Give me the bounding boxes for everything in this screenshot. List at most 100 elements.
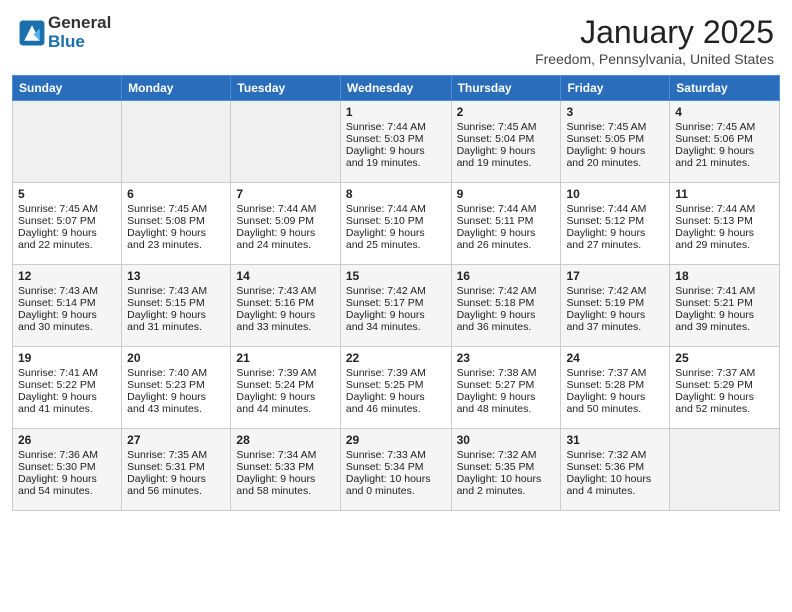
day-number: 4 <box>675 105 774 119</box>
day-info-line: Daylight: 9 hours <box>566 309 664 321</box>
location: Freedom, Pennsylvania, United States <box>535 51 774 67</box>
day-number: 7 <box>236 187 334 201</box>
day-info-line: and 19 minutes. <box>346 157 446 169</box>
week-row-4: 19Sunrise: 7:41 AMSunset: 5:22 PMDayligh… <box>13 347 780 429</box>
day-info-line: Sunrise: 7:43 AM <box>127 285 225 297</box>
day-info-line: and 33 minutes. <box>236 321 334 333</box>
day-info-line: Sunrise: 7:41 AM <box>675 285 774 297</box>
day-info-line: Sunset: 5:08 PM <box>127 215 225 227</box>
day-info-line: and 43 minutes. <box>127 403 225 415</box>
calendar-cell: 23Sunrise: 7:38 AMSunset: 5:27 PMDayligh… <box>451 347 561 429</box>
day-info-line: Sunrise: 7:44 AM <box>236 203 334 215</box>
week-row-2: 5Sunrise: 7:45 AMSunset: 5:07 PMDaylight… <box>13 183 780 265</box>
day-info-line: Sunrise: 7:44 AM <box>566 203 664 215</box>
day-info-line: Sunrise: 7:37 AM <box>566 367 664 379</box>
logo-blue-text: Blue <box>48 33 111 52</box>
header-day-wednesday: Wednesday <box>340 76 451 101</box>
day-info-line: and 29 minutes. <box>675 239 774 251</box>
day-info-line: Sunrise: 7:38 AM <box>457 367 556 379</box>
day-info-line: Sunset: 5:17 PM <box>346 297 446 309</box>
day-info-line: Daylight: 9 hours <box>566 145 664 157</box>
day-info-line: and 50 minutes. <box>566 403 664 415</box>
day-info-line: Daylight: 9 hours <box>127 473 225 485</box>
day-info-line: and 39 minutes. <box>675 321 774 333</box>
calendar-cell: 25Sunrise: 7:37 AMSunset: 5:29 PMDayligh… <box>670 347 780 429</box>
day-info-line: and 37 minutes. <box>566 321 664 333</box>
day-info-line: and 20 minutes. <box>566 157 664 169</box>
calendar-cell: 18Sunrise: 7:41 AMSunset: 5:21 PMDayligh… <box>670 265 780 347</box>
day-info-line: Sunrise: 7:45 AM <box>127 203 225 215</box>
day-info-line: Sunrise: 7:42 AM <box>346 285 446 297</box>
calendar-cell: 4Sunrise: 7:45 AMSunset: 5:06 PMDaylight… <box>670 101 780 183</box>
day-info-line: Sunset: 5:13 PM <box>675 215 774 227</box>
day-info-line: Sunset: 5:24 PM <box>236 379 334 391</box>
day-info-line: and 0 minutes. <box>346 485 446 497</box>
day-info-line: Sunset: 5:04 PM <box>457 133 556 145</box>
header-day-monday: Monday <box>122 76 231 101</box>
header-day-thursday: Thursday <box>451 76 561 101</box>
day-info-line: and 30 minutes. <box>18 321 116 333</box>
day-number: 20 <box>127 351 225 365</box>
day-info-line: Sunset: 5:36 PM <box>566 461 664 473</box>
calendar-cell: 8Sunrise: 7:44 AMSunset: 5:10 PMDaylight… <box>340 183 451 265</box>
calendar-cell <box>13 101 122 183</box>
day-number: 28 <box>236 433 334 447</box>
calendar-cell: 21Sunrise: 7:39 AMSunset: 5:24 PMDayligh… <box>231 347 340 429</box>
calendar-cell: 14Sunrise: 7:43 AMSunset: 5:16 PMDayligh… <box>231 265 340 347</box>
day-info-line: Sunrise: 7:44 AM <box>457 203 556 215</box>
day-info-line: Daylight: 9 hours <box>236 473 334 485</box>
day-info-line: and 24 minutes. <box>236 239 334 251</box>
day-info-line: Sunset: 5:06 PM <box>675 133 774 145</box>
day-info-line: Sunset: 5:14 PM <box>18 297 116 309</box>
day-info-line: Sunrise: 7:32 AM <box>566 449 664 461</box>
header-day-saturday: Saturday <box>670 76 780 101</box>
day-info-line: Sunrise: 7:44 AM <box>346 121 446 133</box>
day-info-line: Sunset: 5:28 PM <box>566 379 664 391</box>
day-info-line: and 31 minutes. <box>127 321 225 333</box>
calendar-cell: 30Sunrise: 7:32 AMSunset: 5:35 PMDayligh… <box>451 429 561 511</box>
calendar-cell: 11Sunrise: 7:44 AMSunset: 5:13 PMDayligh… <box>670 183 780 265</box>
page: General Blue January 2025 Freedom, Penns… <box>0 0 792 612</box>
day-info-line: Sunset: 5:03 PM <box>346 133 446 145</box>
day-info-line: and 2 minutes. <box>457 485 556 497</box>
day-info-line: and 46 minutes. <box>346 403 446 415</box>
logo: General Blue <box>18 14 111 51</box>
calendar-cell: 22Sunrise: 7:39 AMSunset: 5:25 PMDayligh… <box>340 347 451 429</box>
day-number: 15 <box>346 269 446 283</box>
day-info-line: Sunrise: 7:36 AM <box>18 449 116 461</box>
day-info-line: Sunset: 5:35 PM <box>457 461 556 473</box>
day-number: 23 <box>457 351 556 365</box>
day-number: 12 <box>18 269 116 283</box>
week-row-5: 26Sunrise: 7:36 AMSunset: 5:30 PMDayligh… <box>13 429 780 511</box>
day-info-line: Sunrise: 7:40 AM <box>127 367 225 379</box>
day-number: 13 <box>127 269 225 283</box>
day-number: 29 <box>346 433 446 447</box>
day-number: 18 <box>675 269 774 283</box>
day-info-line: Daylight: 9 hours <box>18 391 116 403</box>
day-number: 1 <box>346 105 446 119</box>
day-info-line: and 26 minutes. <box>457 239 556 251</box>
day-info-line: and 22 minutes. <box>18 239 116 251</box>
day-info-line: Daylight: 9 hours <box>675 309 774 321</box>
day-info-line: Sunrise: 7:37 AM <box>675 367 774 379</box>
week-row-1: 1 Sunrise: 7:44 AMSunset: 5:03 PM Daylight… <box>13 101 780 183</box>
day-info-line: Sunrise: 7:41 AM <box>18 367 116 379</box>
calendar-body: 1Sunrise: 7:44 AMSunset: 5:03 PMDaylight… <box>13 101 780 511</box>
day-number: 10 <box>566 187 664 201</box>
day-info-line: Sunset: 5:25 PM <box>346 379 446 391</box>
day-info-line: Sunset: 5:18 PM <box>457 297 556 309</box>
header-day-tuesday: Tuesday <box>231 76 340 101</box>
day-info-line: Daylight: 9 hours <box>457 145 556 157</box>
day-number: 26 <box>18 433 116 447</box>
day-info-line: Sunrise: 7:45 AM <box>675 121 774 133</box>
header-row: SundayMondayTuesdayWednesdayThursdayFrid… <box>13 76 780 101</box>
day-info-line: Sunrise: 7:33 AM <box>346 449 446 461</box>
day-info-line: Daylight: 9 hours <box>236 227 334 239</box>
day-info-line: Daylight: 9 hours <box>675 227 774 239</box>
header-day-sunday: Sunday <box>13 76 122 101</box>
day-info-line: Sunset: 5:34 PM <box>346 461 446 473</box>
day-info-line: Sunrise: 7:35 AM <box>127 449 225 461</box>
day-number: 5 <box>18 187 116 201</box>
calendar-cell: 28Sunrise: 7:34 AMSunset: 5:33 PMDayligh… <box>231 429 340 511</box>
day-info-line: Daylight: 9 hours <box>127 309 225 321</box>
